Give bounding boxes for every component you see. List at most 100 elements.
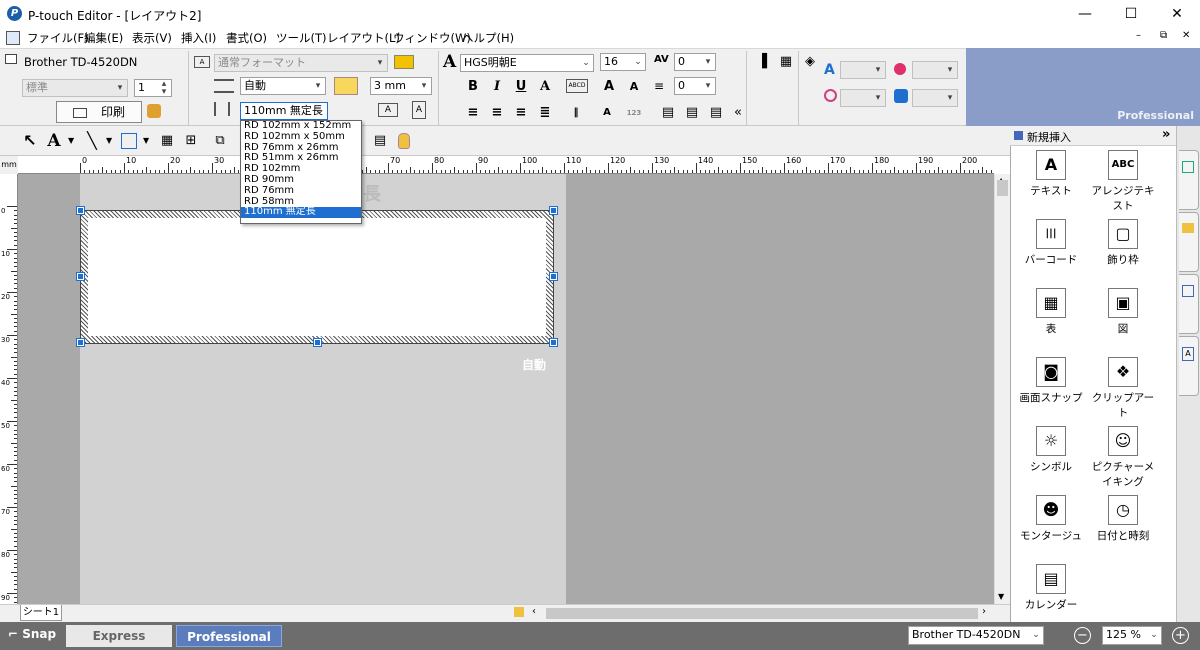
menu-edit[interactable]: 編集(E) xyxy=(84,30,123,46)
print-button[interactable]: 印刷 xyxy=(56,101,142,123)
scroll-left-icon[interactable]: ‹ xyxy=(532,606,536,617)
insert-item[interactable]: A テキスト xyxy=(1016,150,1086,198)
fill-style-icon[interactable] xyxy=(894,63,906,75)
minimize-button[interactable]: — xyxy=(1062,0,1108,28)
scroll-down-icon[interactable]: ▼ xyxy=(998,592,1004,601)
rectangle-tool-icon[interactable] xyxy=(121,133,137,149)
layout-canvas[interactable]: 長 自動 xyxy=(18,174,994,604)
insert-item[interactable]: ABC アレンジテキスト xyxy=(1088,150,1158,213)
mdi-close-button[interactable]: ✕ xyxy=(1182,30,1190,41)
vertical-orientation-icon[interactable]: A xyxy=(412,101,426,119)
arrange-tool-icon[interactable]: ⧉ xyxy=(210,131,230,151)
resize-handle[interactable] xyxy=(549,272,558,281)
magnify-icon[interactable] xyxy=(334,77,358,95)
status-printer-select[interactable]: Brother TD-4520DN ⌄ xyxy=(908,626,1044,645)
side-tab-objects[interactable] xyxy=(1179,274,1199,334)
insert-item[interactable]: ◷ 日付と時刻 xyxy=(1088,495,1158,543)
insert-item[interactable]: ☻ モンタージュ xyxy=(1016,495,1086,543)
resize-handle[interactable] xyxy=(76,272,85,281)
insert-item[interactable]: ▦ 表 xyxy=(1016,288,1086,336)
form-view-icon[interactable]: ▤ xyxy=(370,131,390,151)
fill-color-select[interactable]: ▾ xyxy=(912,61,958,79)
underline-button[interactable]: U xyxy=(511,77,531,97)
media-option[interactable]: 110mm 無定長 xyxy=(241,207,361,219)
grid-icon[interactable]: ▦ xyxy=(776,52,796,72)
line-color-select[interactable]: ▾ xyxy=(840,89,886,107)
expand-panel-button[interactable]: » xyxy=(1162,127,1170,142)
insert-item[interactable]: ▤ カレンダー xyxy=(1016,564,1086,612)
insert-item[interactable]: ☼ シンボル xyxy=(1016,426,1086,474)
insert-item[interactable]: ▣ 図 xyxy=(1088,288,1158,336)
resize-handle[interactable] xyxy=(549,338,558,347)
line-tool-icon[interactable]: ╲ xyxy=(82,131,102,151)
select-arrow-icon[interactable]: ↖ xyxy=(20,131,40,151)
text-fit-icon[interactable]: A xyxy=(597,103,617,123)
menu-view[interactable]: 表示(V) xyxy=(132,30,172,46)
mdi-restore-button[interactable]: ⧉ xyxy=(1160,30,1167,41)
zoom-select[interactable]: 125 % ⌄ xyxy=(1102,626,1162,645)
middle-align-icon[interactable]: ▤ xyxy=(682,103,702,123)
side-tab-properties[interactable]: A xyxy=(1179,336,1199,396)
text-frame-icon[interactable]: ABCD xyxy=(566,79,588,93)
media-option[interactable]: RD 102mm x 50mm xyxy=(241,131,361,143)
text-tool-icon[interactable]: A xyxy=(44,131,64,151)
label-print-area[interactable] xyxy=(88,218,546,336)
menu-layout[interactable]: レイアウト(L) xyxy=(327,30,400,46)
resize-handle[interactable] xyxy=(76,206,85,215)
text-orientation-icon[interactable]: A xyxy=(378,103,398,117)
tree-tool-icon[interactable]: ⊞ xyxy=(181,131,201,151)
menu-insert[interactable]: 挿入(I) xyxy=(181,30,216,46)
length-mode-select[interactable]: 自動 ▾ xyxy=(240,77,326,95)
side-tab-insert[interactable] xyxy=(1179,150,1199,210)
zoom-out-button[interactable]: − xyxy=(1074,627,1091,644)
side-tab-templates[interactable] xyxy=(1179,212,1199,272)
top-align-icon[interactable]: ▤ xyxy=(658,103,678,123)
resize-handle[interactable] xyxy=(549,206,558,215)
media-select[interactable]: 110mm 無定長 ⌄ xyxy=(240,102,328,120)
sheet-tab[interactable]: シート1 xyxy=(20,605,62,621)
horizontal-scroll-thumb[interactable] xyxy=(546,608,978,619)
italic-button[interactable]: I xyxy=(487,77,507,97)
line-color-icon[interactable] xyxy=(824,89,837,102)
zoom-in-button[interactable]: + xyxy=(1172,627,1189,644)
font-name-select[interactable]: HGS明朝E ⌄ xyxy=(460,54,594,72)
mdi-minimize-button[interactable]: – xyxy=(1136,30,1141,41)
bold-button[interactable]: B xyxy=(463,77,483,97)
numbering-icon[interactable]: 123 xyxy=(624,103,644,123)
shadow-color-icon[interactable] xyxy=(894,89,908,103)
align-left-icon[interactable]: ≡ xyxy=(463,103,483,123)
print-options-icon[interactable] xyxy=(147,104,161,118)
insert-item[interactable]: ❖ クリップアート xyxy=(1088,357,1158,420)
chevron-down-icon[interactable]: ▼ xyxy=(106,136,112,145)
text-color-icon[interactable]: A xyxy=(824,62,835,78)
snap-toggle[interactable]: ⌐ Snap xyxy=(8,627,56,641)
bottom-align-icon[interactable]: ▤ xyxy=(706,103,726,123)
menu-file[interactable]: ファイル(F) xyxy=(27,30,89,46)
margin-field[interactable]: 3 mm ▾ xyxy=(370,77,432,95)
menu-help[interactable]: ヘルプ(H) xyxy=(462,30,514,46)
vertical-scroll-thumb[interactable] xyxy=(997,180,1008,196)
chevron-down-icon[interactable]: ▼ xyxy=(143,136,149,145)
menu-tools[interactable]: ツール(T) xyxy=(276,30,327,46)
maximize-button[interactable]: ☐ xyxy=(1108,0,1154,28)
fill-color-icon[interactable]: ◈ xyxy=(800,52,820,72)
align-objects-icon[interactable]: ▐ xyxy=(752,52,772,72)
media-option[interactable]: RD 76mm xyxy=(241,185,361,197)
char-spacing-field[interactable]: 0 ▾ xyxy=(674,53,716,71)
insert-item[interactable]: ▢ 飾り枠 xyxy=(1088,219,1158,267)
vertical-scrollbar[interactable]: ▲ ▼ xyxy=(994,174,1010,604)
format-select[interactable]: 通常フォーマット ▾ xyxy=(214,54,388,72)
shadow-color-select[interactable]: ▾ xyxy=(912,89,958,107)
scroll-right-icon[interactable]: › xyxy=(982,606,986,617)
resize-handle[interactable] xyxy=(313,338,322,347)
insert-item[interactable]: ◙ 画面スナップ xyxy=(1016,357,1086,405)
align-right-icon[interactable]: ≡ xyxy=(511,103,531,123)
insert-item[interactable]: ||| バーコード xyxy=(1016,219,1086,267)
insert-item[interactable]: ☺ ピクチャーメイキング xyxy=(1088,426,1158,489)
background-color-icon[interactable] xyxy=(394,55,414,69)
new-sheet-icon[interactable] xyxy=(514,607,524,617)
decrease-font-icon[interactable]: A xyxy=(624,77,644,97)
line-spacing-field[interactable]: 0 ▾ xyxy=(674,77,716,95)
chevron-down-icon[interactable]: ▼ xyxy=(68,136,74,145)
professional-mode-button[interactable]: Professional xyxy=(176,625,282,647)
